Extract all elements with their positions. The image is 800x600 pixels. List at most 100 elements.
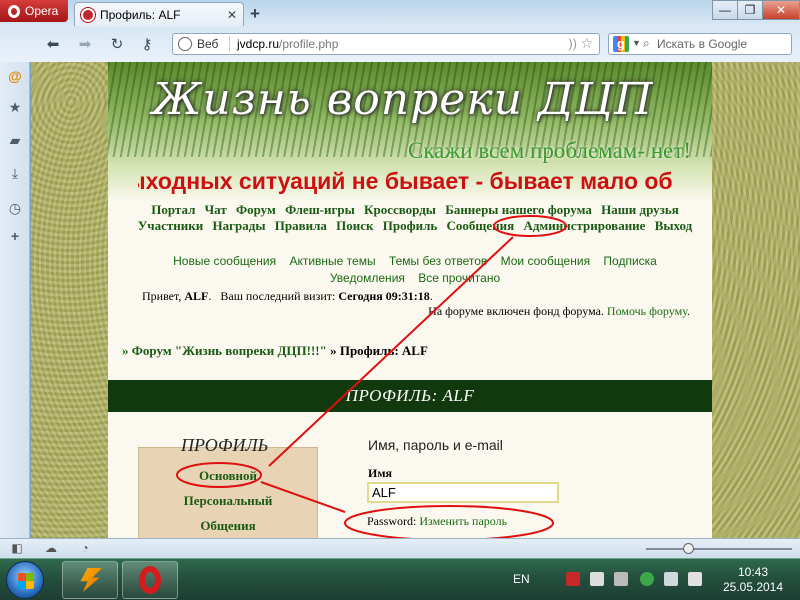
site-favicon-icon <box>81 7 95 22</box>
submenu-my-posts[interactable]: Мои сообщения <box>501 254 590 268</box>
key-icon[interactable]: ⚷ <box>138 36 156 54</box>
opera-icon <box>139 566 161 594</box>
menu-members[interactable]: Участники <box>138 218 204 233</box>
menu-friends[interactable]: Наши друзья <box>601 202 679 217</box>
volume-icon[interactable] <box>688 572 702 586</box>
menu-chat[interactable]: Чат <box>205 202 227 217</box>
close-window-button[interactable]: ✕ <box>762 0 800 20</box>
tab-bar: Opera Профиль: ALF ✕ + — ❐ ✕ <box>0 0 800 26</box>
taskbar-opera[interactable] <box>122 561 178 599</box>
notes-icon[interactable]: ▰ <box>7 132 23 148</box>
cloud-icon[interactable]: ☁ <box>44 541 58 555</box>
monitor-icon[interactable] <box>664 572 678 586</box>
profile-menu-messaging[interactable]: Общения <box>138 518 318 534</box>
password-line: Password: Изменить пароль <box>367 514 507 529</box>
google-icon[interactable]: g <box>613 36 629 52</box>
submenu-notifications[interactable]: Уведомления <box>330 271 405 285</box>
system-tray: EN 10:43 25.05.2014 <box>500 559 800 600</box>
forum-content: Жизнь вопреки ДЦП Скажи всем проблемам- … <box>108 62 712 538</box>
menu-crosswords[interactable]: Кроссворды <box>364 202 436 217</box>
menu-logout[interactable]: Выход <box>655 218 693 233</box>
submenu-subscription[interactable]: Подписка <box>603 254 656 268</box>
opera-menu-button[interactable]: Opera <box>0 0 68 22</box>
minimize-button[interactable]: — <box>712 0 738 20</box>
speed-dial-icon[interactable]: ◔ <box>78 541 92 555</box>
windows-taskbar: EN 10:43 25.05.2014 <box>0 558 800 600</box>
opera-menu-label: Opera <box>25 4 59 18</box>
maximize-button[interactable]: ❐ <box>737 0 763 20</box>
clock[interactable]: 10:43 25.05.2014 <box>718 565 788 595</box>
submenu-unanswered[interactable]: Темы без ответов <box>389 254 487 268</box>
bookmarks-icon[interactable]: ★ <box>7 99 23 115</box>
username: ALF <box>184 289 209 303</box>
name-input[interactable] <box>367 482 559 503</box>
site-title: Жизнь вопреки ДЦП <box>152 74 654 125</box>
menu-rules[interactable]: Правила <box>275 218 327 233</box>
name-label: Имя <box>368 466 392 480</box>
submenu-mark-read[interactable]: Все прочитано <box>418 271 500 285</box>
panel-toggle-icon[interactable]: ◧ <box>10 541 24 555</box>
status-icon[interactable] <box>640 572 654 586</box>
menu-forum[interactable]: Форум <box>236 202 276 217</box>
browser-chrome: Opera Профиль: ALF ✕ + — ❐ ✕ ⬅ ➡ ↻ ⚷ Веб… <box>0 0 800 62</box>
bookmark-star-icon[interactable]: ☆ <box>580 35 593 52</box>
fund-text: На форуме включен фонд форума. <box>428 304 604 318</box>
profile-menu-basic[interactable]: Основной <box>138 468 318 484</box>
greeting: Привет, <box>142 289 182 303</box>
antivirus-icon[interactable] <box>566 572 580 586</box>
side-panel: @ ★ ▰ ⤓ ◷ + <box>0 62 30 538</box>
menu-flash-games[interactable]: Флеш-игры <box>285 202 355 217</box>
tab-profile[interactable]: Профиль: ALF ✕ <box>74 2 244 26</box>
menu-search[interactable]: Поиск <box>336 218 373 233</box>
sub-menu: Новые сообщения Активные темы Темы без о… <box>132 253 698 287</box>
menu-banners[interactable]: Баннеры нашего форума <box>445 202 592 217</box>
zoom-slider-handle[interactable] <box>683 543 694 554</box>
submenu-active-topics[interactable]: Активные темы <box>289 254 375 268</box>
site-banner: Жизнь вопреки ДЦП Скажи всем проблемам- … <box>108 62 712 202</box>
winamp-icon <box>80 568 102 592</box>
language-indicator[interactable]: EN <box>513 572 530 586</box>
menu-portal[interactable]: Портал <box>151 202 195 217</box>
last-visit-time: Сегодня 09:31:18 <box>338 289 430 303</box>
usb-icon[interactable] <box>614 572 628 586</box>
taskbar-winamp[interactable] <box>62 561 118 599</box>
address-url[interactable]: jvdcp.ru/profile.php <box>237 37 338 51</box>
opera-logo-icon <box>8 4 20 18</box>
chevron-down-icon[interactable]: ▼ <box>632 38 641 48</box>
breadcrumb-current: » Профиль: ALF <box>330 343 428 358</box>
globe-icon <box>178 37 192 51</box>
submenu-new-posts[interactable]: Новые сообщения <box>173 254 276 268</box>
address-bar[interactable]: Веб jvdcp.ru/profile.php )) ☆ <box>172 33 600 55</box>
zoom-slider-track[interactable] <box>646 548 792 550</box>
add-panel-icon[interactable]: + <box>7 228 23 244</box>
breadcrumb-forum-link[interactable]: » Форум "Жизнь вопреки ДЦП!!!" <box>122 343 327 358</box>
mail-icon[interactable]: @ <box>7 68 23 84</box>
main-menu: Портал Чат Форум Флеш-игры Кроссворды Ба… <box>122 202 708 234</box>
history-icon[interactable]: ◷ <box>7 200 23 216</box>
network-icon[interactable] <box>590 572 604 586</box>
reload-icon[interactable]: ↻ <box>108 36 126 54</box>
fund-notice: На форуме включен фонд форума. Помочь фо… <box>428 304 690 318</box>
rss-icon[interactable]: )) <box>568 36 577 51</box>
search-box[interactable]: g ▼ ⌕ Искать в Google <box>608 33 792 55</box>
profile-menu-personal[interactable]: Персональный <box>138 493 318 509</box>
password-label: Password: <box>367 514 417 528</box>
search-icon: ⌕ <box>643 36 650 50</box>
web-page: Жизнь вопреки ДЦП Скажи всем проблемам- … <box>31 62 800 538</box>
site-slogan: Скажи всем проблемам- нет! <box>408 138 691 163</box>
start-button[interactable] <box>6 561 44 599</box>
menu-messages[interactable]: Сообщения <box>447 218 515 233</box>
tab-title: Профиль: ALF <box>100 7 181 22</box>
menu-awards[interactable]: Награды <box>213 218 266 233</box>
scrolling-marquee: ыходных ситуаций не бывает - бывает мало… <box>138 168 673 194</box>
help-forum-link[interactable]: Помочь форуму <box>607 304 687 318</box>
close-tab-icon[interactable]: ✕ <box>227 8 237 22</box>
new-tab-button[interactable]: + <box>250 4 260 24</box>
back-icon[interactable]: ⬅ <box>44 36 62 54</box>
downloads-icon[interactable]: ⤓ <box>7 165 23 181</box>
forward-icon[interactable]: ➡ <box>76 36 94 54</box>
address-prefix: Веб <box>197 37 219 51</box>
change-password-link[interactable]: Изменить пароль <box>419 514 507 528</box>
menu-admin[interactable]: Администрирование <box>523 218 645 233</box>
menu-profile[interactable]: Профиль <box>383 218 438 233</box>
